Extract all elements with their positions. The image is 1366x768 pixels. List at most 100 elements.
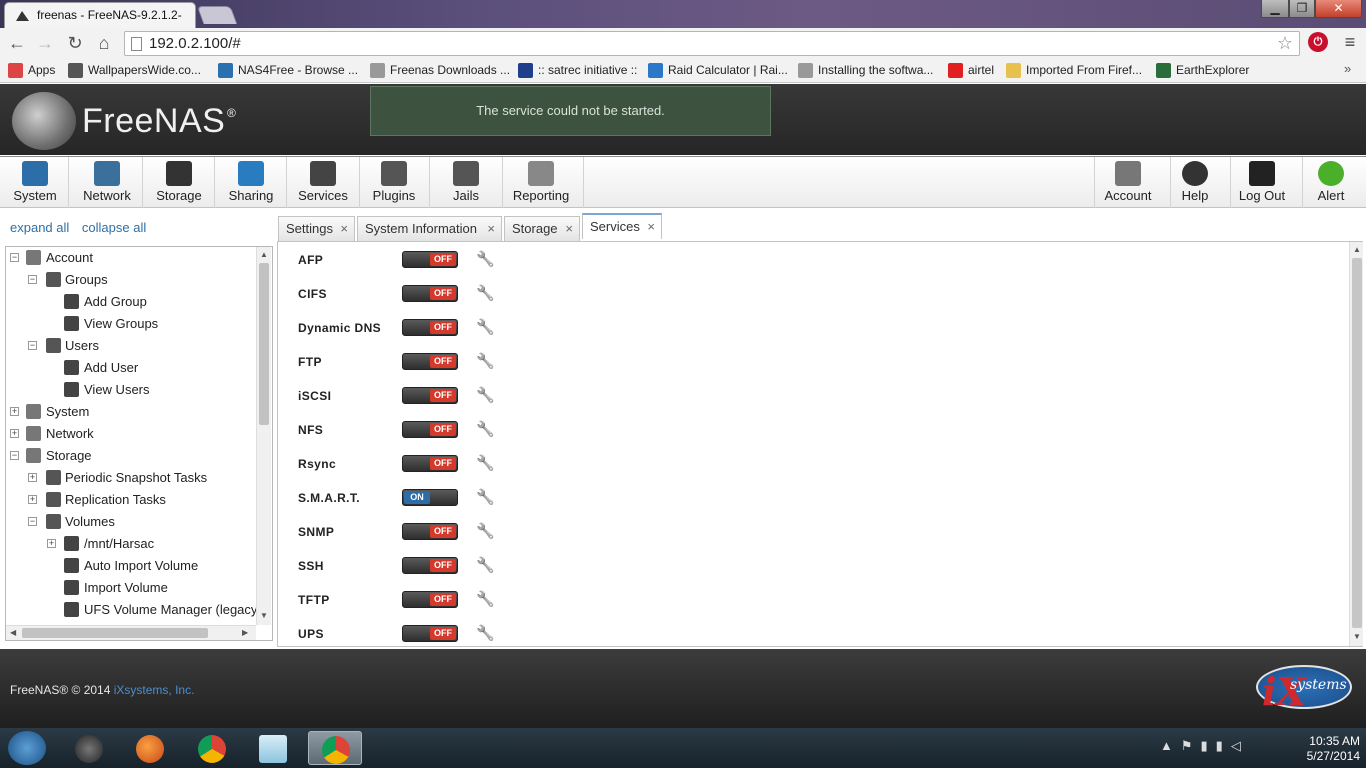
collapse-all-link[interactable]: collapse all — [82, 220, 146, 235]
bookmark-item[interactable]: Freenas Downloads ... — [370, 62, 510, 80]
close-window-button[interactable]: ✕ — [1315, 0, 1362, 18]
nav-storage[interactable]: Storage — [152, 161, 206, 205]
maximize-window-button[interactable]: ❐ — [1289, 0, 1315, 18]
service-toggle[interactable]: OFF — [402, 591, 458, 608]
tree-node[interactable]: Add User — [6, 357, 266, 379]
wrench-icon[interactable]: 🔧 — [476, 590, 495, 608]
service-toggle[interactable]: ON — [402, 489, 458, 506]
browser-menu-icon[interactable]: ≡ — [1341, 32, 1359, 52]
wrench-icon[interactable]: 🔧 — [476, 420, 495, 438]
scroll-up-icon[interactable]: ▲ — [1353, 245, 1361, 254]
tree-horizontal-scroll-thumb[interactable] — [22, 628, 208, 638]
reload-icon[interactable]: ↻ — [64, 32, 86, 54]
system-tray-icons[interactable]: ▲⚑▮▮◁ — [1160, 738, 1249, 754]
wrench-icon[interactable]: 🔧 — [476, 318, 495, 336]
tree-vertical-scrollbar[interactable]: ▲ ▼ — [256, 247, 271, 625]
scroll-down-icon[interactable]: ▼ — [1353, 632, 1361, 641]
wrench-icon[interactable]: 🔧 — [476, 556, 495, 574]
wrench-icon[interactable]: 🔧 — [476, 386, 495, 404]
back-icon[interactable]: ← — [6, 32, 28, 54]
service-toggle[interactable]: OFF — [402, 455, 458, 472]
expand-icon[interactable]: + — [47, 539, 56, 548]
bookmark-item[interactable]: EarthExplorer — [1156, 62, 1249, 80]
bookmark-item[interactable]: WallpapersWide.co... — [68, 62, 201, 80]
tab-storage[interactable]: Storage × — [504, 216, 580, 241]
tree-node[interactable]: − Storage — [6, 445, 266, 467]
content-vertical-scrollbar[interactable]: ▲ ▼ — [1349, 242, 1363, 646]
extension-icon[interactable]: ⏻ — [1308, 32, 1328, 52]
bookmarks-overflow-icon[interactable]: » — [1344, 61, 1351, 76]
tree-node[interactable]: Auto Import Volume — [6, 555, 266, 577]
bookmark-item[interactable]: Apps — [8, 62, 55, 80]
taskbar-clock[interactable]: 10:35 AM 5/27/2014 — [1280, 734, 1360, 764]
service-toggle[interactable]: OFF — [402, 319, 458, 336]
nav-system[interactable]: System — [10, 161, 60, 205]
bookmark-item[interactable]: Installing the softwa... — [798, 62, 933, 80]
tab-system-information[interactable]: System Information × — [357, 216, 502, 241]
minimize-window-button[interactable]: ▁ — [1261, 0, 1289, 18]
tree-horizontal-scrollbar[interactable]: ◀ ▶ — [6, 625, 256, 640]
tab-services[interactable]: Services × — [582, 213, 662, 239]
wrench-icon[interactable]: 🔧 — [476, 522, 495, 540]
scroll-up-icon[interactable]: ▲ — [260, 250, 268, 259]
wrench-icon[interactable]: 🔧 — [476, 624, 495, 642]
tree-node[interactable]: View Users — [6, 379, 266, 401]
bookmark-item[interactable]: NAS4Free - Browse ... — [218, 62, 358, 80]
content-vertical-scroll-thumb[interactable] — [1352, 258, 1362, 628]
tree-node[interactable]: − Users — [6, 335, 266, 357]
bookmark-item[interactable]: :: satrec initiative :: — [518, 62, 637, 80]
bookmark-star-icon[interactable]: ☆ — [1277, 33, 1293, 54]
nav-alert[interactable]: Alert — [1308, 161, 1354, 205]
forward-icon[interactable]: → — [34, 32, 56, 54]
tab-close-icon[interactable]: × — [340, 217, 348, 241]
ixsystems-link[interactable]: iXsystems, Inc. — [114, 683, 195, 697]
nav-log-out[interactable]: Log Out — [1236, 161, 1288, 205]
nav-network[interactable]: Network — [80, 161, 134, 205]
service-toggle[interactable]: OFF — [402, 251, 458, 268]
taskbar-app-chrome[interactable] — [185, 731, 239, 765]
collapse-icon[interactable]: − — [28, 341, 37, 350]
scroll-left-icon[interactable]: ◀ — [10, 628, 16, 637]
bookmark-item[interactable]: Raid Calculator | Rai... — [648, 62, 788, 80]
nav-services[interactable]: Services — [295, 161, 351, 205]
expand-icon[interactable]: + — [10, 407, 19, 416]
tree-node[interactable]: + Network — [6, 423, 266, 445]
nav-sharing[interactable]: Sharing — [224, 161, 278, 205]
tree-node[interactable]: + Replication Tasks — [6, 489, 266, 511]
new-tab-button[interactable] — [196, 6, 238, 24]
browser-tab-active[interactable]: freenas - FreeNAS-9.2.1.2- — [4, 2, 196, 28]
tree-node[interactable]: Add Group — [6, 291, 266, 313]
tab-settings[interactable]: Settings × — [278, 216, 355, 241]
service-toggle[interactable]: OFF — [402, 625, 458, 642]
nav-plugins[interactable]: Plugins — [367, 161, 421, 205]
collapse-icon[interactable]: − — [10, 451, 19, 460]
start-button[interactable] — [8, 731, 46, 765]
tree-vertical-scroll-thumb[interactable] — [259, 263, 269, 425]
service-toggle[interactable]: OFF — [402, 285, 458, 302]
tree-node[interactable]: + /mnt/Harsac — [6, 533, 266, 555]
tree-node[interactable]: − Groups — [6, 269, 266, 291]
nav-reporting[interactable]: Reporting — [507, 161, 575, 205]
service-toggle[interactable]: OFF — [402, 523, 458, 540]
tab-close-icon[interactable]: × — [487, 217, 495, 241]
service-toggle[interactable]: OFF — [402, 353, 458, 370]
tree-node[interactable]: UFS Volume Manager (legacy) — [6, 599, 266, 621]
taskbar-app-firefox[interactable] — [123, 731, 177, 765]
wrench-icon[interactable]: 🔧 — [476, 454, 495, 472]
address-bar[interactable]: 192.0.2.100/# ☆ — [124, 31, 1300, 56]
tree-node[interactable]: Import Volume — [6, 577, 266, 599]
expand-all-link[interactable]: expand all — [10, 220, 69, 235]
expand-icon[interactable]: + — [10, 429, 19, 438]
tree-node[interactable]: + System — [6, 401, 266, 423]
expand-icon[interactable]: + — [28, 473, 37, 482]
wrench-icon[interactable]: 🔧 — [476, 250, 495, 268]
bookmark-item[interactable]: airtel — [948, 62, 994, 80]
expand-icon[interactable]: + — [28, 495, 37, 504]
tree-node[interactable]: View Groups — [6, 313, 266, 335]
wrench-icon[interactable]: 🔧 — [476, 488, 495, 506]
taskbar-app-chrome-active[interactable] — [308, 731, 362, 765]
home-icon[interactable]: ⌂ — [93, 32, 115, 54]
tree-node[interactable]: − Account — [6, 247, 266, 269]
tree-node[interactable]: − Volumes — [6, 511, 266, 533]
tab-close-icon[interactable]: × — [565, 217, 573, 241]
